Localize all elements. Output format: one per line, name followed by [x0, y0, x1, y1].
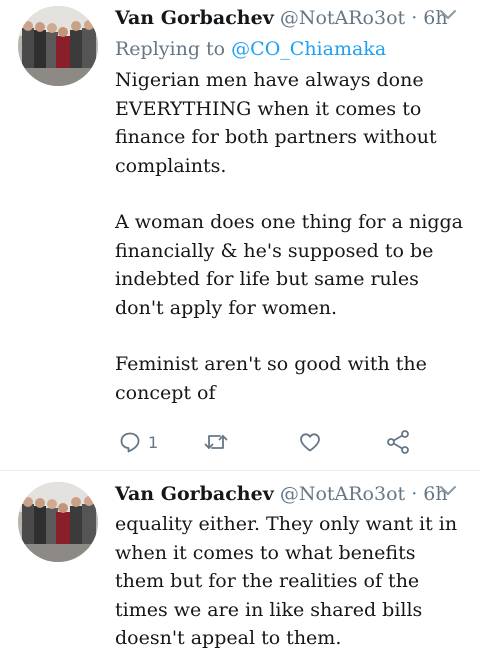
share-icon — [387, 430, 409, 454]
separator-dot: · — [411, 7, 418, 29]
author-handle[interactable]: @NotARo3ot — [280, 7, 405, 29]
tweet-text: equality either. They only want it in wh… — [115, 510, 465, 653]
avatar[interactable] — [18, 482, 98, 562]
reply-icon — [120, 432, 140, 453]
tweet-actions: 1 — [115, 426, 425, 458]
author-handle[interactable]: @NotARo3ot — [280, 483, 405, 505]
replying-to: Replying to @CO_Chiamaka — [115, 36, 386, 62]
reply-count: 1 — [148, 432, 159, 452]
tweet-paragraph: A woman does one thing for a nigga finan… — [115, 211, 463, 319]
chevron-down-icon[interactable] — [438, 8, 458, 22]
tweet-divider — [0, 470, 480, 471]
mention-link[interactable]: @CO_Chiamaka — [231, 38, 386, 60]
tweet-paragraph: Nigerian men have always done EVERYTHING… — [115, 69, 437, 177]
retweet-button[interactable] — [203, 426, 229, 458]
like-button[interactable] — [298, 426, 322, 458]
chevron-down-icon[interactable] — [438, 484, 458, 498]
separator-dot: · — [411, 483, 418, 505]
retweet-icon — [204, 435, 228, 449]
tweet-paragraph: equality either. They only want it in wh… — [115, 513, 458, 649]
tweet[interactable]: Van Gorbachev @NotARo3ot · 6h Replying t… — [0, 0, 480, 470]
replying-to-label: Replying to — [115, 38, 226, 60]
author-name[interactable]: Van Gorbachev — [115, 483, 274, 505]
tweet-header: Van Gorbachev @NotARo3ot · 6h — [115, 480, 448, 508]
tweet-text: Nigerian men have always done EVERYTHING… — [115, 66, 465, 407]
tweet-header: Van Gorbachev @NotARo3ot · 6h — [115, 4, 448, 32]
tweet[interactable]: Van Gorbachev @NotARo3ot · 6h equality e… — [0, 476, 480, 656]
author-name[interactable]: Van Gorbachev — [115, 7, 274, 29]
reply-button[interactable]: 1 — [118, 426, 158, 458]
tweet-paragraph: Feminist aren't so good with the concept… — [115, 353, 427, 404]
avatar[interactable] — [18, 6, 98, 86]
share-button[interactable] — [385, 426, 411, 458]
like-icon — [300, 433, 320, 452]
